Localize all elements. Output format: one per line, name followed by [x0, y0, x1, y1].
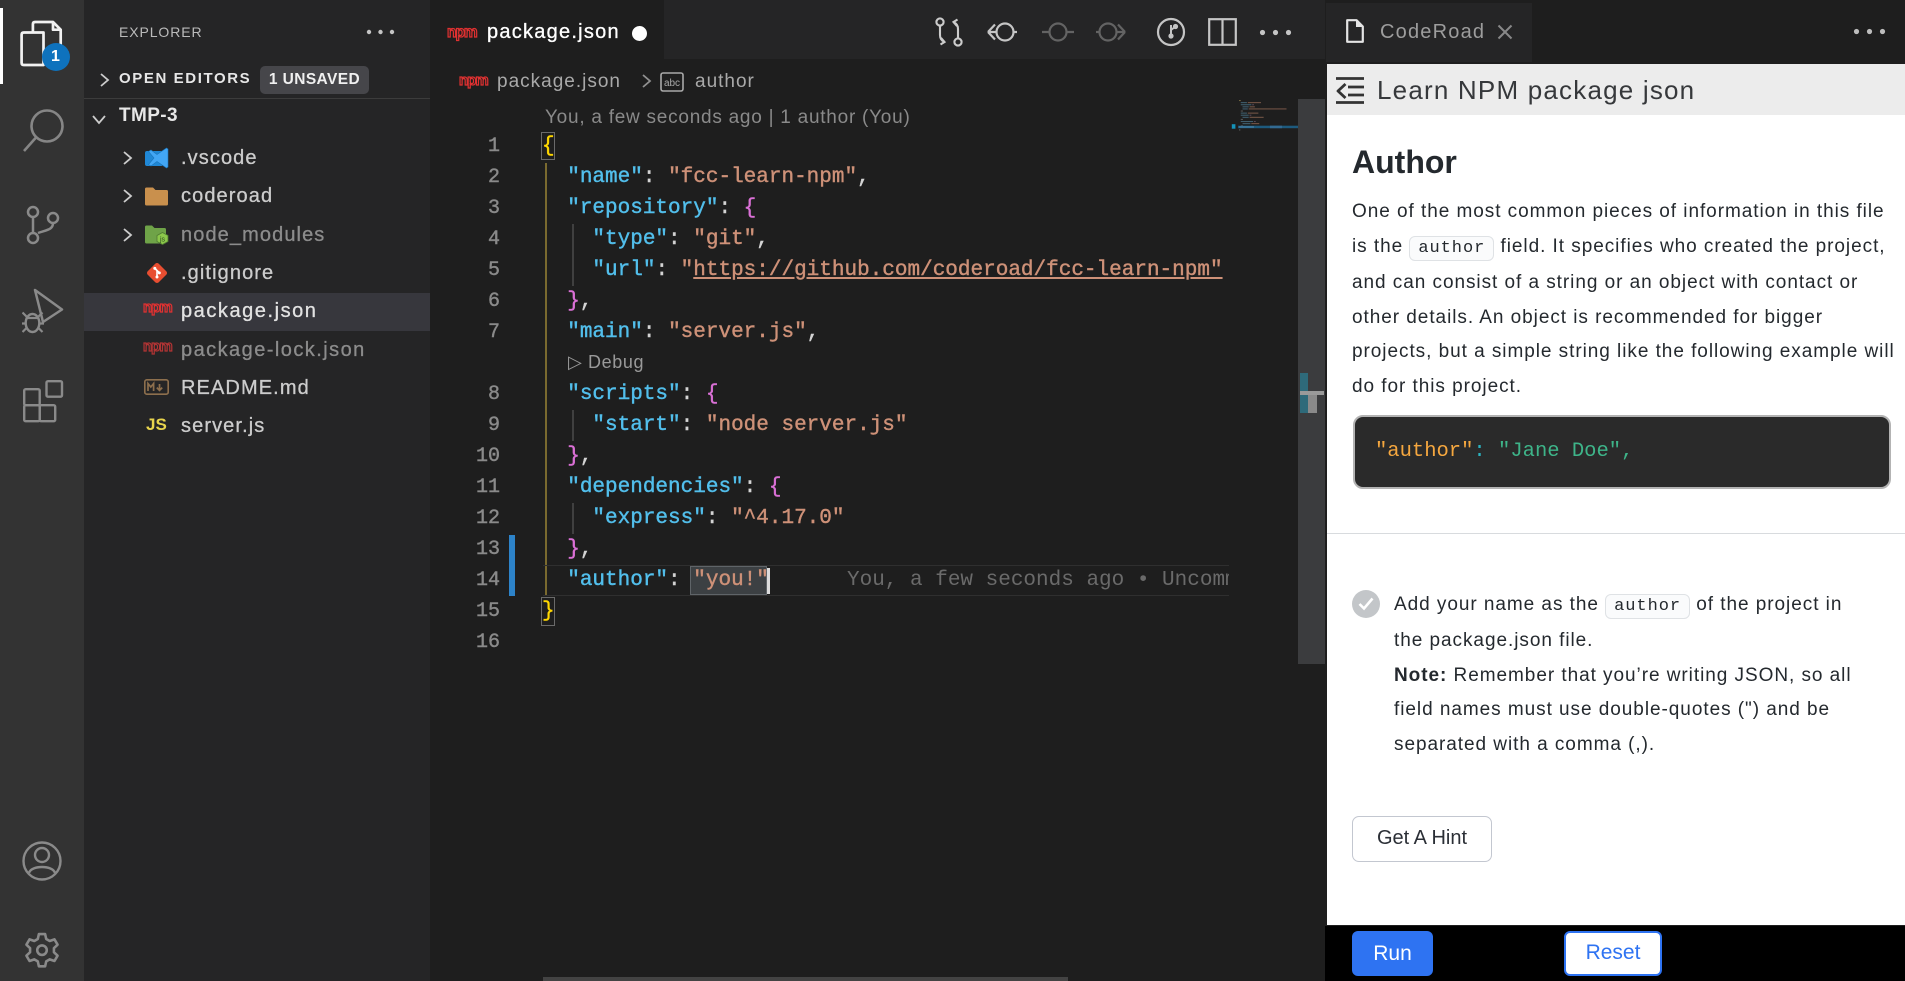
svg-text:js: js [159, 237, 166, 244]
svg-text:abc: abc [664, 78, 680, 89]
